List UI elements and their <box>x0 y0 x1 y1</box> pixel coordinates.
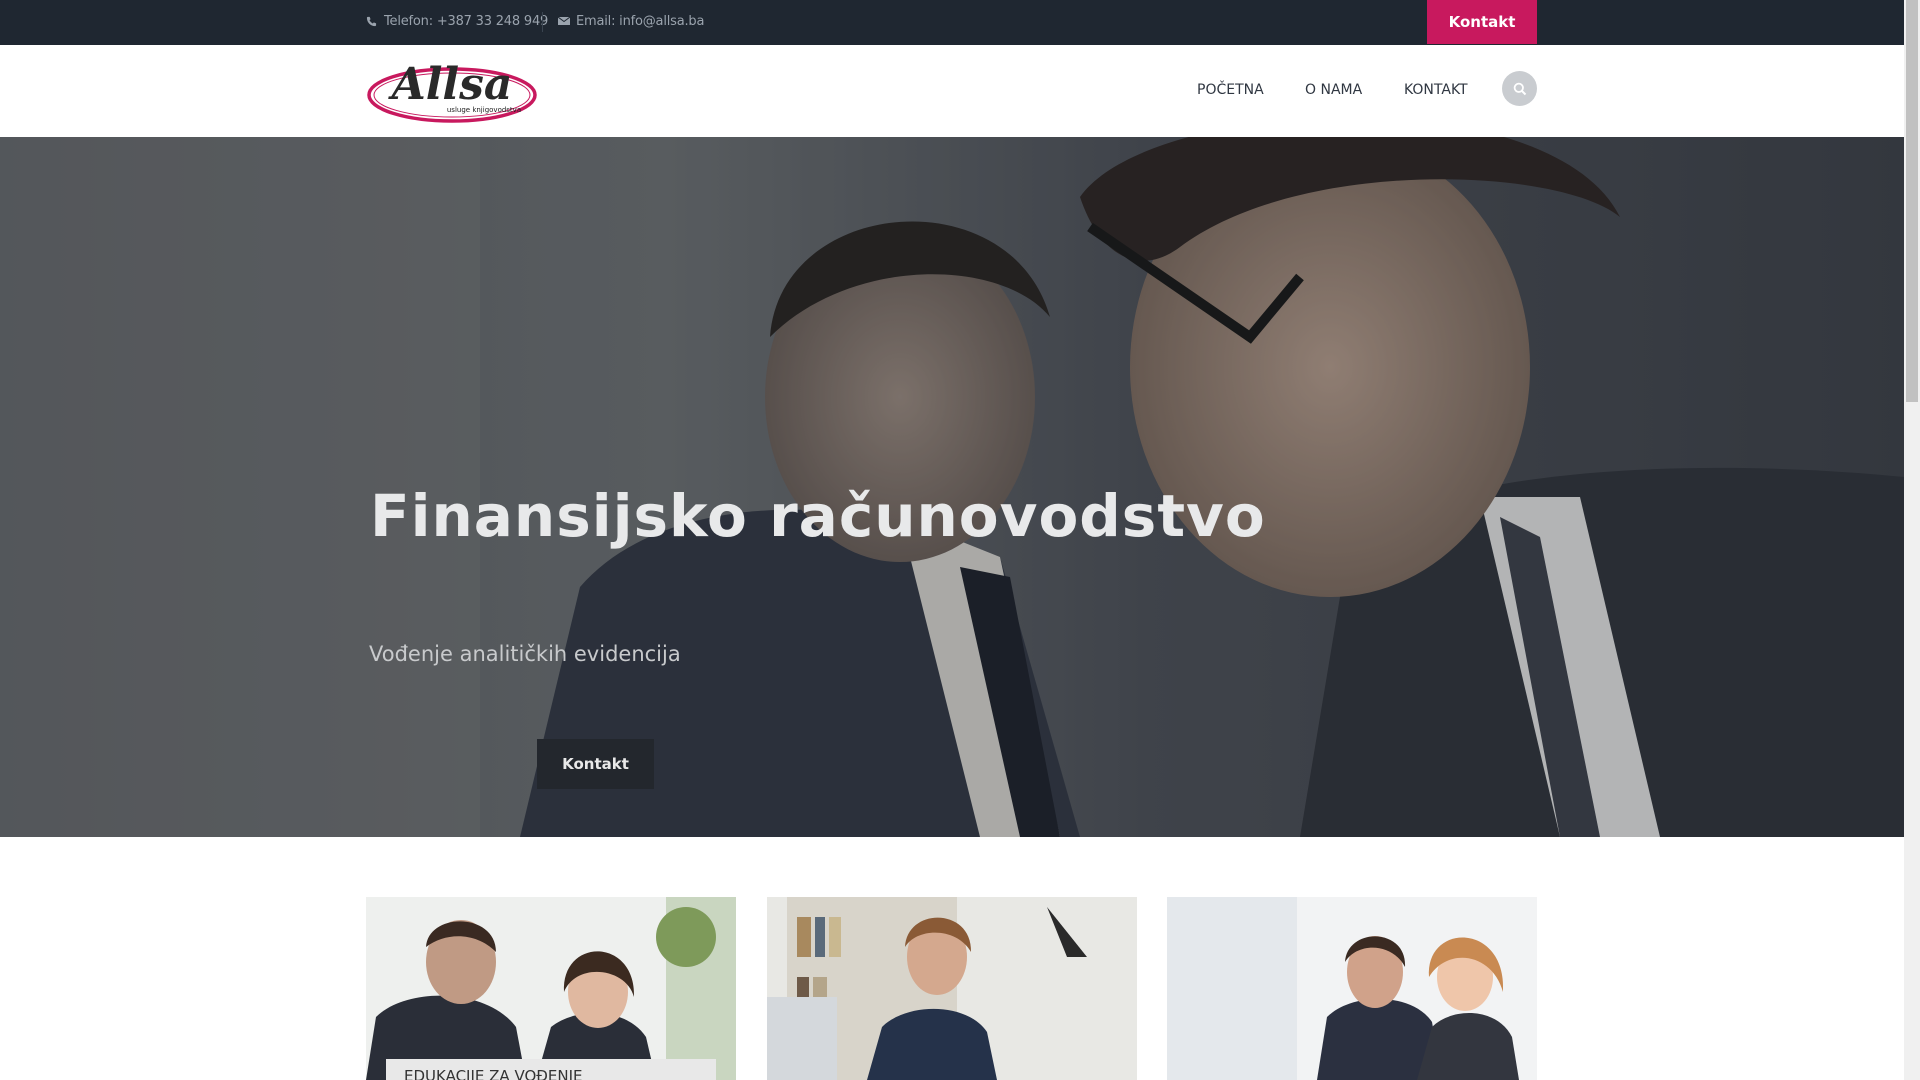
card-image-1 <box>366 897 736 1080</box>
service-card-3[interactable] <box>1167 897 1537 1080</box>
phone-info[interactable]: Telefon: +387 33 248 949 <box>366 14 548 29</box>
hero-title: Finansijsko računovodstvo <box>370 482 1266 550</box>
service-card-1[interactable]: EDUKACIJE ZA VOĐENJE <box>366 897 736 1080</box>
card-image-3 <box>1167 897 1537 1080</box>
nav-kontakt[interactable]: KONTAKT <box>1404 82 1468 98</box>
top-bar: Telefon: +387 33 248 949 Email: info@all… <box>0 0 1904 45</box>
hero-subtitle: Vođenje analitičkih evidencija <box>369 642 681 666</box>
hero-slider: Finansijsko računovodstvo Vođenje analit… <box>0 137 1904 837</box>
card-image-2 <box>767 897 1137 1080</box>
hero-contact-button[interactable]: Kontakt <box>537 739 654 789</box>
search-button[interactable] <box>1502 71 1537 106</box>
contact-top-button[interactable]: Kontakt <box>1427 0 1537 44</box>
nav-pocetna[interactable]: POČETNA <box>1197 82 1264 98</box>
logo-tagline: usluge knjigovodstva <box>447 106 521 114</box>
search-icon <box>1513 82 1526 95</box>
svg-text:Allsa: Allsa <box>388 63 513 110</box>
phone-text: Telefon: +387 33 248 949 <box>384 14 549 29</box>
email-text: Email: info@allsa.ba <box>576 14 705 29</box>
nav-o-nama[interactable]: O NAMA <box>1305 82 1362 98</box>
email-info[interactable]: Email: info@allsa.ba <box>557 14 705 29</box>
scrollbar-thumb[interactable] <box>1906 0 1918 402</box>
phone-icon <box>366 16 378 28</box>
envelope-icon <box>557 16 571 28</box>
service-card-2[interactable] <box>767 897 1137 1080</box>
card-label-1: EDUKACIJE ZA VOĐENJE <box>386 1059 716 1080</box>
site-header: Allsa usluge knjigovodstva POČETNA O NAM… <box>0 45 1904 137</box>
page: Telefon: +387 33 248 949 Email: info@all… <box>0 0 1904 1080</box>
logo[interactable]: Allsa usluge knjigovodstva <box>366 59 538 125</box>
divider <box>542 12 543 32</box>
